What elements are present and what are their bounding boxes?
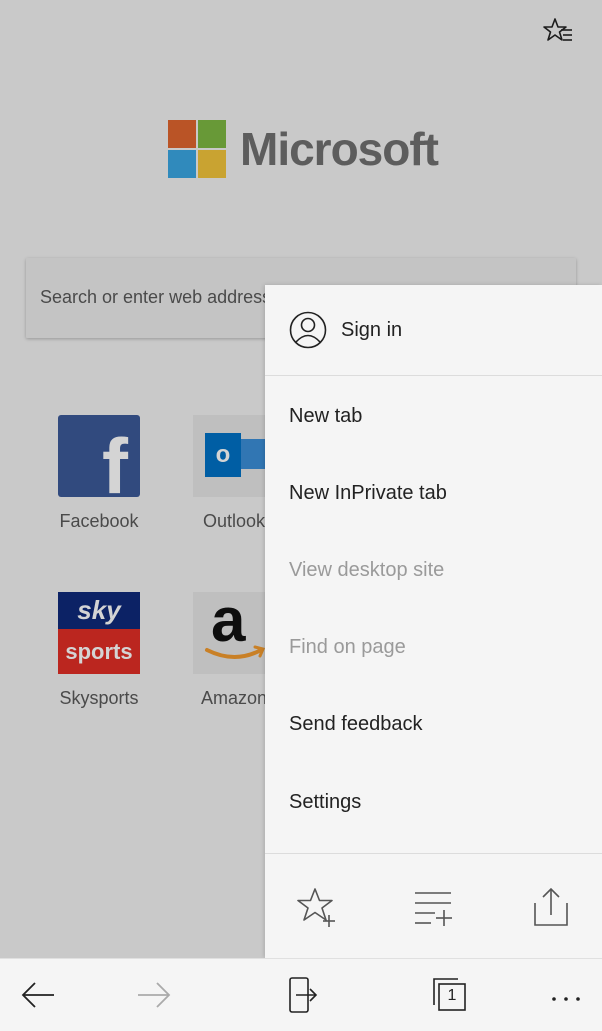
tab-count: 1 [447,987,457,1004]
add-favorite-icon[interactable] [295,885,339,929]
continue-on-pc-icon[interactable] [282,977,322,1013]
sign-in-item[interactable]: Sign in [265,285,602,376]
overflow-menu: Sign in New tab New InPrivate tab View d… [265,285,602,958]
menu-item-view-desktop-site: View desktop site [289,559,445,581]
more-icon[interactable] [546,977,586,1013]
menu-item-settings[interactable]: Settings [289,791,361,814]
sign-in-label: Sign in [341,318,403,341]
menu-item-new-tab[interactable]: New tab [289,405,362,428]
menu-divider [265,853,602,854]
add-to-reading-list-icon[interactable] [411,885,455,929]
menu-item-send-feedback[interactable]: Send feedback [289,713,422,736]
share-icon[interactable] [529,885,573,929]
account-icon [289,311,327,349]
tabs-button[interactable]: 1 [430,977,470,1013]
bottom-toolbar: 1 [0,958,602,1031]
menu-item-new-inprivate-tab[interactable]: New InPrivate tab [289,482,447,505]
back-arrow-icon[interactable] [18,977,58,1013]
menu-item-find-on-page: Find on page [289,636,406,658]
forward-arrow-icon [138,982,171,1008]
